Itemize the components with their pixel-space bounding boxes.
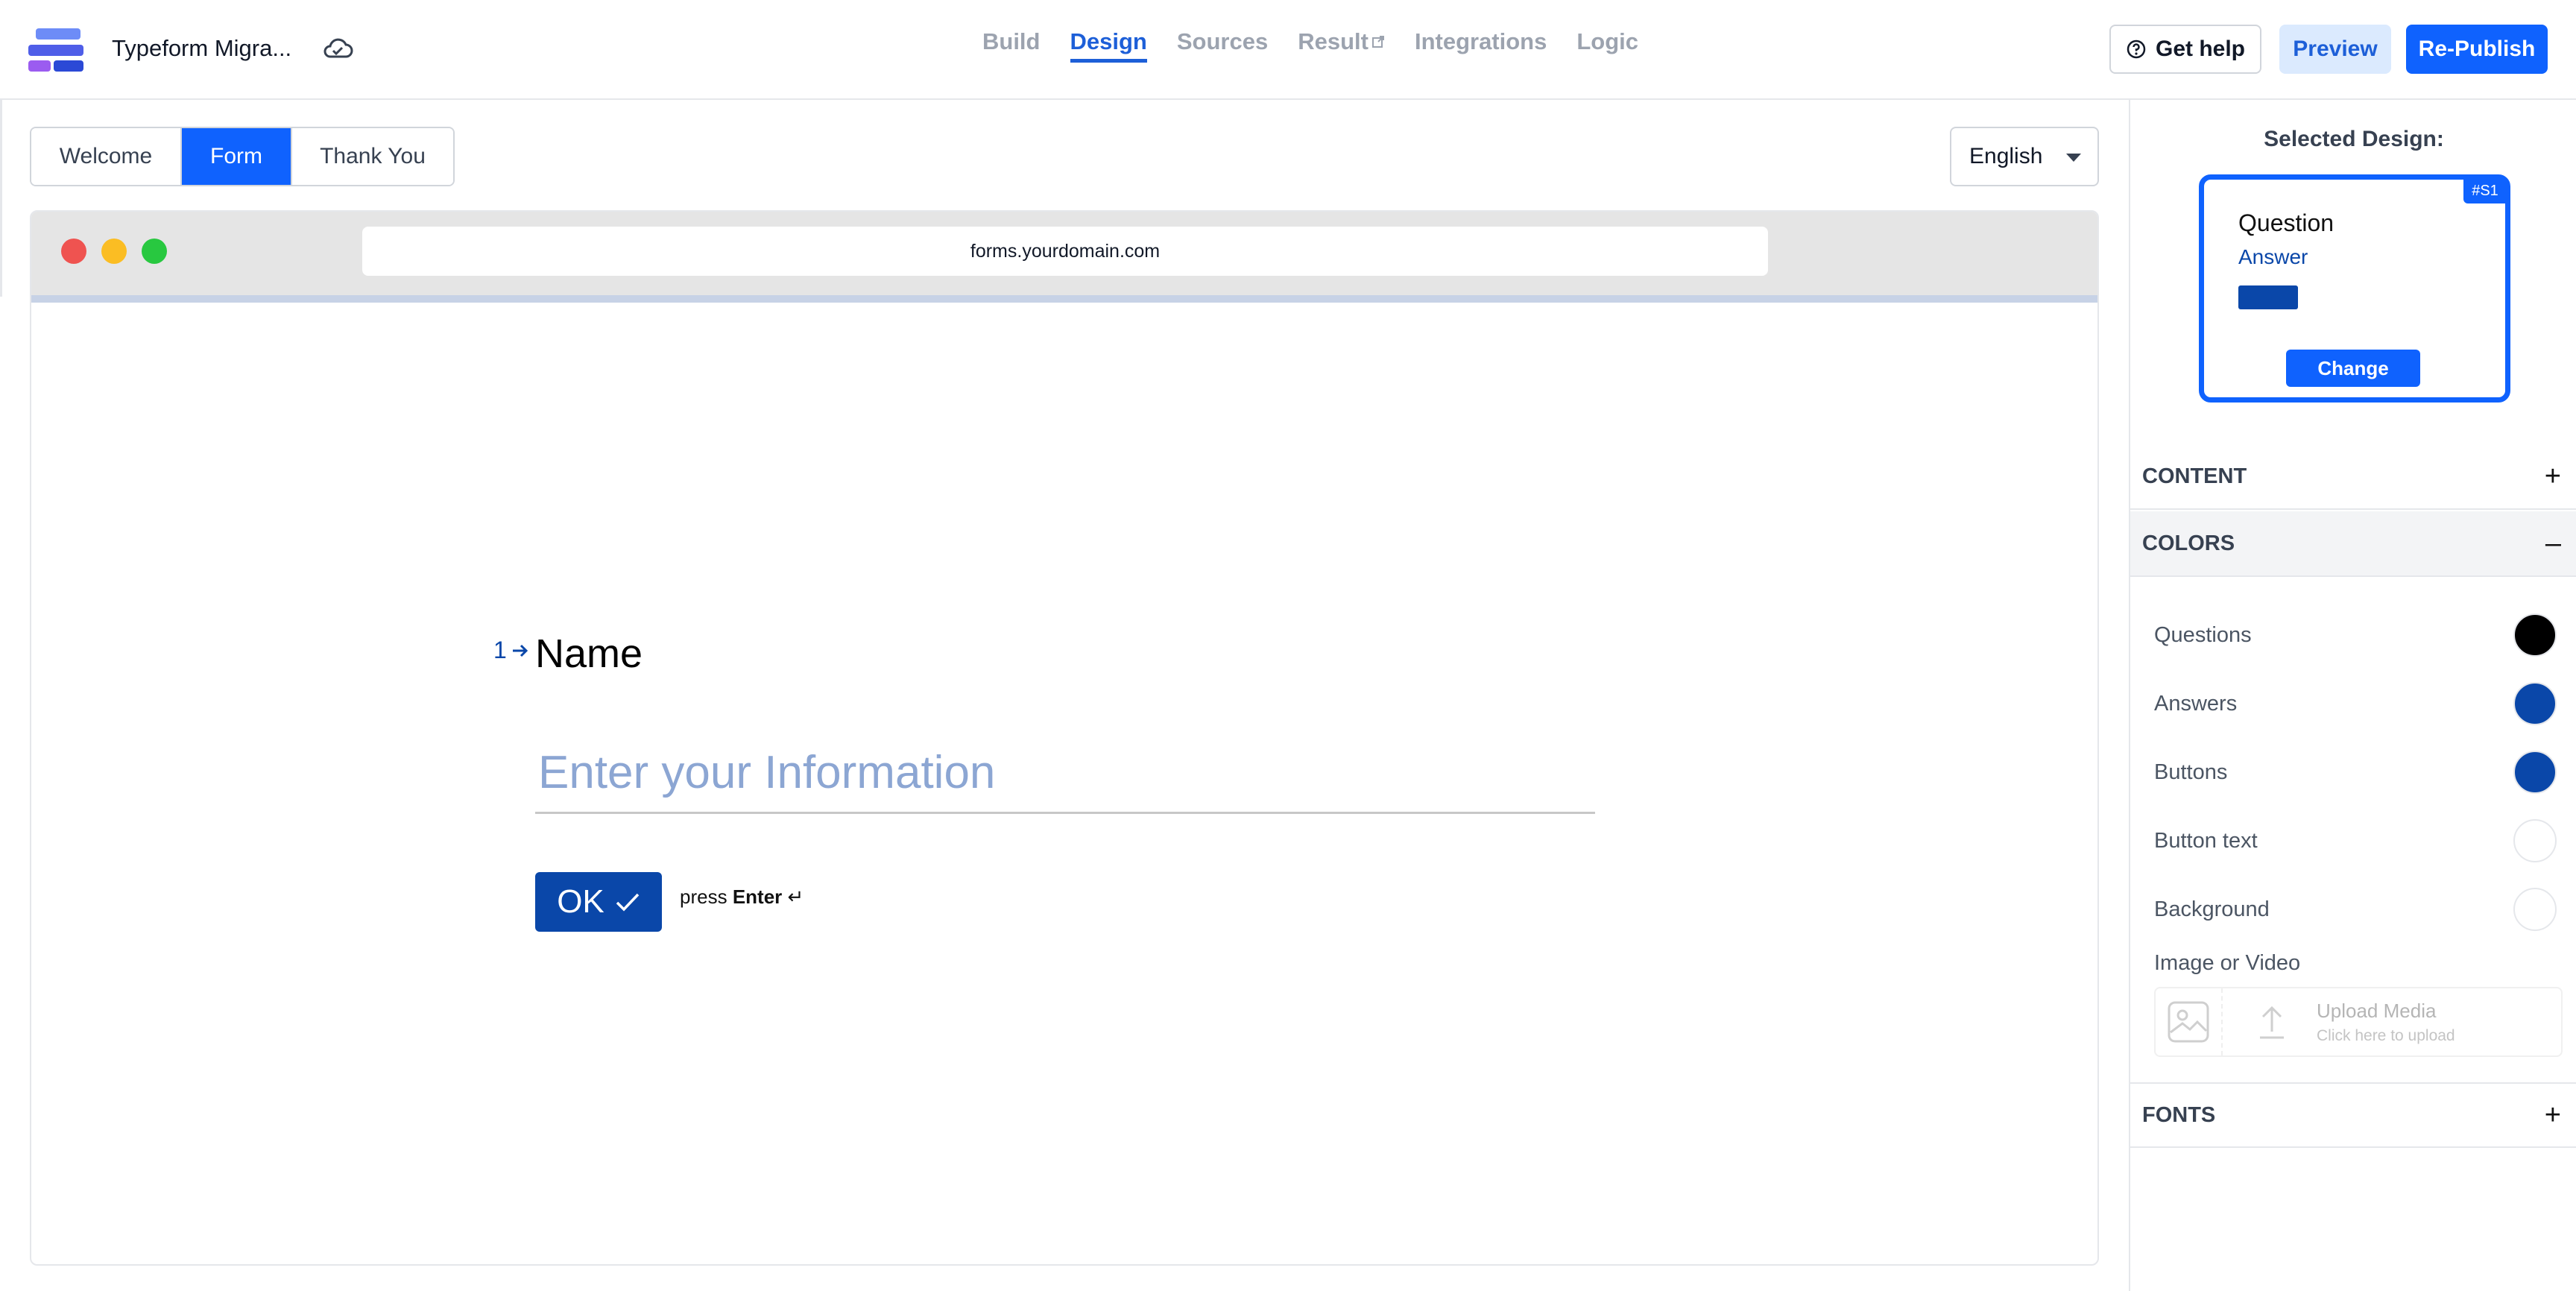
design-answer-sample: Answer [2238, 245, 2308, 268]
tab-form[interactable]: Form [182, 128, 291, 185]
ok-label: OK [557, 883, 604, 920]
url-bar: forms.yourdomain.com [362, 227, 1768, 276]
color-swatch-button-text[interactable] [2513, 819, 2557, 862]
media-upload-box[interactable]: Upload Media Click here to upload [2154, 987, 2563, 1057]
upload-hint: Click here to upload [2317, 1026, 2455, 1044]
maximize-dot-icon [142, 239, 167, 264]
nav-logic[interactable]: Logic [1576, 28, 1638, 63]
color-label: Questions [2154, 622, 2252, 647]
media-thumbnail [2156, 988, 2223, 1055]
color-swatch-questions[interactable] [2513, 613, 2557, 657]
color-row-questions: Questions [2154, 613, 2557, 657]
question-number-label: 1 [493, 637, 507, 663]
main-nav: Build Design Sources Result Integrations… [982, 28, 1638, 63]
form-title[interactable]: Typeform Migra... [112, 35, 291, 62]
design-panel: Selected Design: #S1 Question Answer Cha… [2129, 100, 2576, 1291]
media-label: Image or Video [2154, 951, 2301, 975]
selected-design-label: Selected Design: [2264, 127, 2444, 151]
arrow-right-icon [512, 644, 528, 657]
plus-icon: + [2544, 1099, 2561, 1131]
color-row-buttons: Buttons [2154, 750, 2557, 795]
selected-design-card[interactable]: #S1 Question Answer Change [2199, 174, 2510, 403]
upload-text: Upload Media Click here to upload [2317, 1000, 2455, 1045]
external-link-icon [1371, 36, 1384, 48]
section-fonts-label: FONTS [2142, 1102, 2216, 1127]
image-placeholder-icon [2168, 1001, 2209, 1043]
nav-build[interactable]: Build [982, 28, 1041, 63]
cloud-saved-icon [323, 38, 353, 58]
design-tag: #S1 [2463, 178, 2507, 203]
answer-input[interactable] [535, 733, 1595, 814]
hint-key: Enter [732, 886, 783, 908]
nav-design[interactable]: Design [1070, 28, 1147, 63]
minus-icon: – [2545, 527, 2561, 559]
question-number: 1 [493, 637, 529, 664]
question-title: Name [535, 631, 643, 676]
upload-title: Upload Media [2317, 999, 2437, 1022]
design-button-swatch [2238, 285, 2298, 309]
section-colors-label: COLORS [2142, 531, 2235, 555]
preview-button[interactable]: Preview [2279, 25, 2391, 74]
color-row-answers: Answers [2154, 681, 2557, 726]
tab-welcome[interactable]: Welcome [31, 128, 182, 185]
section-content[interactable]: CONTENT + [2130, 444, 2576, 510]
app-logo-icon[interactable] [28, 28, 83, 72]
help-circle-icon [2127, 40, 2146, 59]
upload-media-button[interactable]: Upload Media Click here to upload [2223, 1000, 2455, 1045]
color-swatch-buttons[interactable] [2513, 751, 2557, 794]
color-label: Answers [2154, 691, 2238, 716]
nav-integrations[interactable]: Integrations [1415, 28, 1547, 63]
color-row-button-text: Button text [2154, 818, 2557, 863]
nav-sources[interactable]: Sources [1177, 28, 1268, 63]
enter-key-icon: ↵ [787, 886, 804, 908]
ok-button[interactable]: OK [535, 872, 662, 932]
hint-prefix: press [680, 886, 727, 908]
color-swatch-answers[interactable] [2513, 682, 2557, 725]
design-question-sample: Question [2238, 209, 2334, 236]
nav-result-label: Result [1298, 28, 1368, 54]
color-label: Buttons [2154, 760, 2228, 784]
chevron-down-icon [2066, 154, 2081, 162]
section-colors[interactable]: COLORS – [2130, 511, 2576, 577]
browser-chrome: forms.yourdomain.com [31, 212, 2097, 295]
form-preview-browser: forms.yourdomain.com 1 Name OK press Ent… [30, 210, 2099, 1266]
close-dot-icon [61, 239, 86, 264]
plus-icon: + [2544, 460, 2561, 492]
upload-icon [2260, 1006, 2284, 1039]
top-bar: Typeform Migra... Build Design Sources R… [0, 0, 2576, 100]
check-icon [616, 893, 640, 912]
get-help-label: Get help [2155, 37, 2245, 61]
color-row-background: Background [2154, 887, 2557, 932]
language-select[interactable]: English [1950, 127, 2099, 186]
language-value: English [1969, 144, 2043, 168]
page-tabs: Welcome Form Thank You [30, 127, 455, 186]
section-fonts[interactable]: FONTS + [2130, 1082, 2576, 1148]
color-label: Button text [2154, 828, 2258, 853]
keyboard-hint: press Enter ↵ [680, 886, 804, 909]
progress-bar [31, 295, 2097, 303]
get-help-button[interactable]: Get help [2109, 25, 2261, 74]
left-divider [0, 100, 2, 297]
minimize-dot-icon [101, 239, 127, 264]
change-design-button[interactable]: Change [2286, 350, 2420, 387]
nav-result[interactable]: Result [1298, 28, 1385, 63]
color-label: Background [2154, 897, 2270, 921]
republish-button[interactable]: Re-Publish [2406, 25, 2548, 74]
tab-thank-you[interactable]: Thank You [291, 128, 453, 185]
color-swatch-background[interactable] [2513, 888, 2557, 931]
section-content-label: CONTENT [2142, 464, 2247, 488]
